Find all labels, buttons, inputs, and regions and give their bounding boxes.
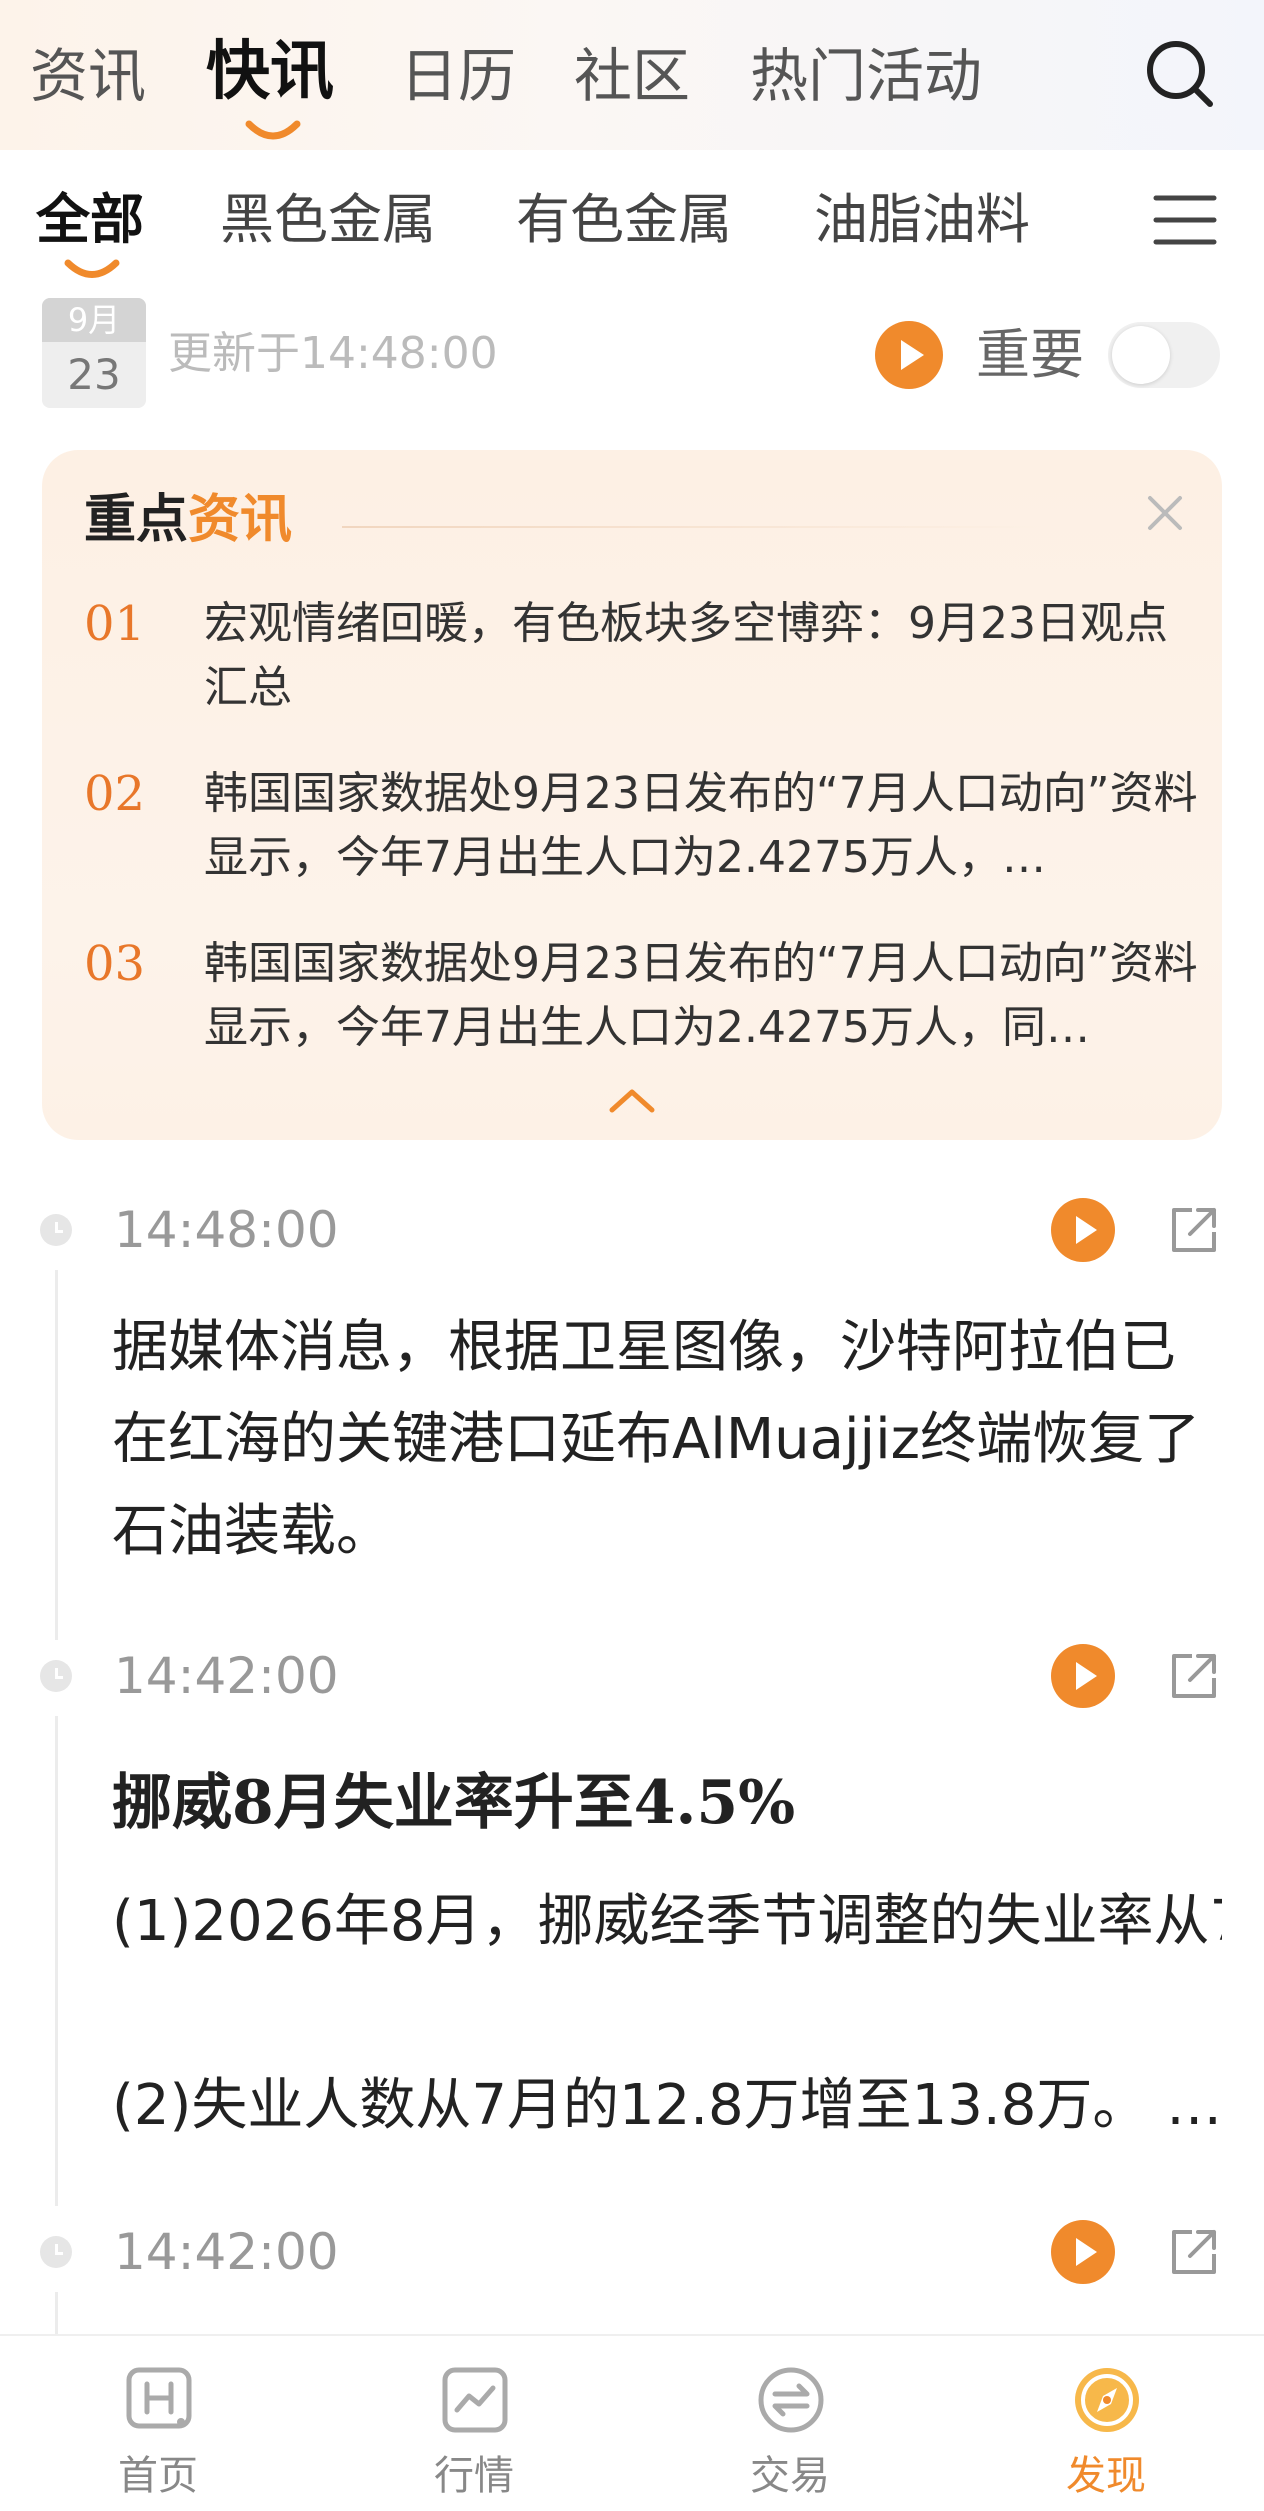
timeline-line (55, 1716, 58, 2206)
home-icon (126, 2367, 192, 2429)
timeline-clock-icon (40, 1214, 72, 1246)
tab-flash-news[interactable]: 快讯 (206, 32, 334, 112)
timeline-clock-icon (40, 1660, 72, 1692)
nav-discover[interactable]: 发现 (948, 2336, 1264, 2511)
bottom-nav-bar: 首页 行情 交易 发现 (0, 2334, 1264, 2511)
share-icon[interactable] (1164, 1200, 1224, 1260)
category-tab-bar: 全部 黑色金属 有色金属 油脂油料 (0, 150, 1264, 290)
play-audio-icon[interactable] (1050, 1197, 1116, 1263)
nav-market[interactable]: 行情 (316, 2336, 632, 2511)
tab-hot-events[interactable]: 热门活动 (750, 36, 982, 116)
news-time: 14:42:00 (114, 1647, 339, 1705)
news-title[interactable]: 挪威8月失业率升至4.5% (112, 1758, 1222, 1848)
date-badge: 9月 23 (42, 298, 146, 408)
update-time: 更新于14:48:00 (168, 328, 498, 379)
category-tab-nonferrous-metals[interactable]: 有色金属 (516, 180, 732, 260)
date-month: 9月 (42, 298, 146, 342)
close-icon[interactable] (1140, 488, 1190, 538)
chevron-up-icon[interactable] (604, 1080, 660, 1120)
highlight-number: 01 (84, 596, 146, 652)
tab-community[interactable]: 社区 (574, 36, 690, 116)
timeline-line (55, 1270, 58, 1640)
play-audio-icon[interactable] (874, 320, 944, 390)
active-category-indicator (64, 259, 120, 278)
highlight-item[interactable]: 02 韩国国家数据处9月23日发布的“7月人口动向”资料显示，今年7月出生人口为… (84, 762, 1198, 892)
news-body-line[interactable]: (2)失业人数从7月的12.8万增至13.8万。 … (112, 2060, 1222, 2152)
highlight-text: 韩国国家数据处9月23日发布的“7月人口动向”资料显示，今年7月出生人口为2.4… (204, 938, 1198, 1053)
tab-calendar[interactable]: 日历 (400, 36, 516, 116)
highlights-title: 重点资讯 (84, 480, 292, 560)
highlights-title-divider (342, 526, 1042, 528)
share-icon[interactable] (1164, 1646, 1224, 1706)
play-audio-icon[interactable] (1050, 1643, 1116, 1709)
highlight-number: 03 (84, 936, 146, 992)
category-tab-oils-oilseeds[interactable]: 油脂油料 (814, 180, 1030, 260)
timeline-clock-icon (40, 2236, 72, 2268)
category-tab-ferrous-metals[interactable]: 黑色金属 (220, 180, 436, 260)
chart-icon (442, 2367, 508, 2433)
timeline-line (55, 2292, 58, 2334)
highlight-item[interactable]: 03 韩国国家数据处9月23日发布的“7月人口动向”资料显示，今年7月出生人口为… (84, 932, 1198, 1062)
nav-trade[interactable]: 交易 (632, 2336, 948, 2511)
play-audio-icon[interactable] (1050, 2219, 1116, 2285)
news-time: 14:48:00 (114, 1201, 339, 1259)
news-time: 14:42:00 (114, 2223, 339, 2281)
important-toggle[interactable] (1108, 322, 1220, 388)
top-tab-bar: 资讯 快讯 日历 社区 热门活动 (0, 0, 1264, 150)
active-tab-indicator (245, 120, 301, 140)
important-filter-label: 重要 (976, 323, 1084, 386)
nav-label: 行情 (434, 2453, 514, 2499)
nav-label: 首页 (118, 2453, 198, 2499)
search-icon[interactable] (1140, 34, 1220, 114)
compass-icon (1075, 2368, 1139, 2432)
nav-label: 交易 (750, 2453, 830, 2499)
highlights-title-prefix: 重点 (84, 489, 189, 550)
toggle-knob (1112, 326, 1170, 384)
tab-news[interactable]: 资讯 (30, 36, 146, 116)
highlight-text: 韩国国家数据处9月23日发布的“7月人口动向”资料显示，今年7月出生人口为2.4… (204, 768, 1198, 883)
exchange-icon (758, 2367, 824, 2433)
highlight-number: 02 (84, 766, 146, 822)
news-body[interactable]: 据媒体消息，根据卫星图像，沙特阿拉伯已在红海的关键港口延布AlMuajjiz终端… (112, 1302, 1222, 1592)
category-tab-all[interactable]: 全部 (36, 180, 144, 260)
highlights-card: 重点资讯 01 宏观情绪回暖，有色板块多空博弈：9月23日观点汇总 02 韩国国… (42, 450, 1222, 1140)
highlight-item[interactable]: 01 宏观情绪回暖，有色板块多空博弈：9月23日观点汇总 (84, 592, 1194, 722)
menu-icon[interactable] (1150, 190, 1220, 250)
highlight-text: 宏观情绪回暖，有色板块多空博弈：9月23日观点汇总 (204, 598, 1168, 713)
news-body-spacer (112, 1922, 1222, 1923)
date-day: 23 (67, 350, 121, 399)
highlights-title-accent: 资讯 (188, 489, 293, 550)
news-body-line[interactable]: (1)2026年8月，挪威经季节调整的失业率从7月4.2%的18个月低点升至4.… (112, 1876, 1222, 1976)
share-icon[interactable] (1164, 2222, 1224, 2282)
nav-home[interactable]: 首页 (0, 2336, 316, 2511)
nav-label: 发现 (1066, 2453, 1146, 2499)
